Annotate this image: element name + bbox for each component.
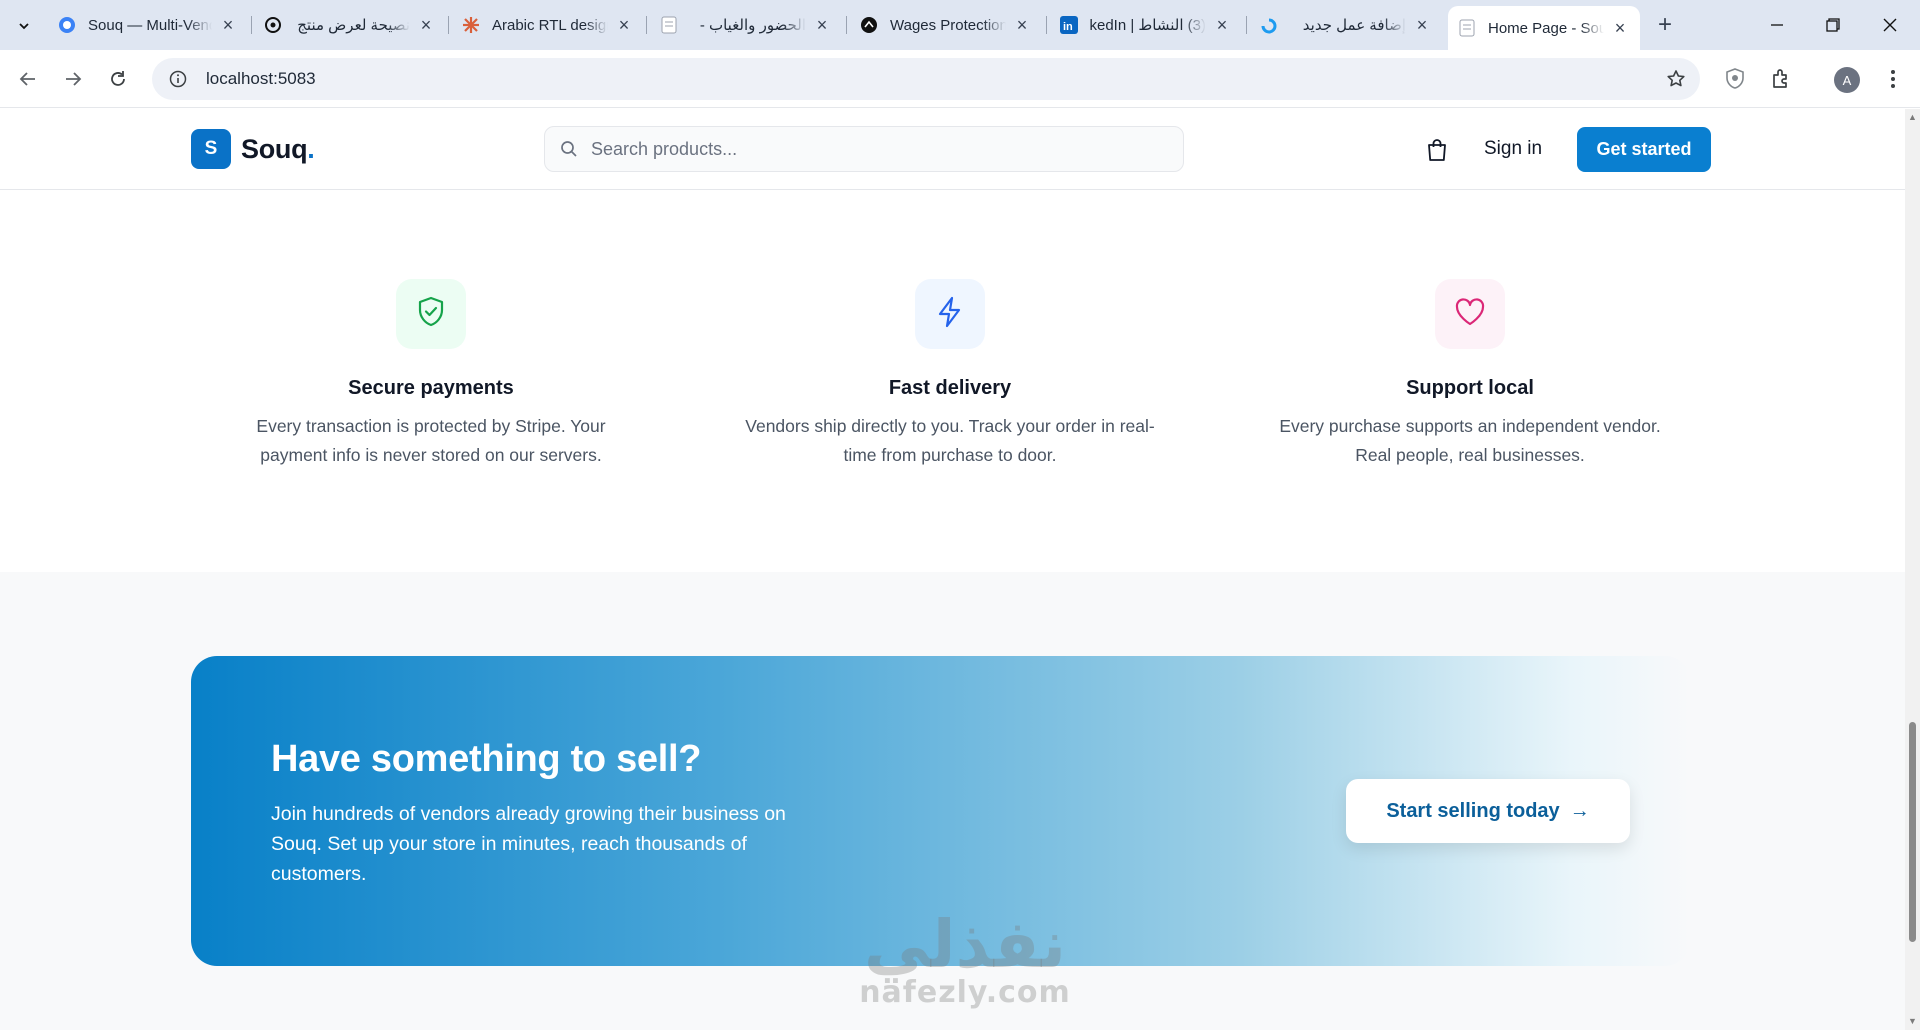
shield-extension-icon[interactable] <box>1721 65 1749 93</box>
feature-title: Fast delivery <box>888 377 1012 399</box>
tab-title: نصيحة لعرض منتج <box>297 17 410 34</box>
more-menu-icon[interactable] <box>1879 65 1907 93</box>
lightning-icon <box>935 296 965 333</box>
close-window-icon[interactable] <box>1870 8 1910 42</box>
browser-tab[interactable]: إضافة عمل جديد × <box>1250 8 1442 42</box>
feature-icon-box <box>915 279 985 349</box>
arrow-right-icon: → <box>1569 799 1590 822</box>
tab-close-icon[interactable]: × <box>1610 18 1630 38</box>
tab-close-icon[interactable]: × <box>1212 15 1232 35</box>
shopping-bag-icon[interactable] <box>1423 136 1451 164</box>
page-scrollbar[interactable]: ▲ ▼ <box>1905 109 1920 1030</box>
heart-icon <box>1454 297 1486 332</box>
tab-close-icon[interactable]: × <box>1412 15 1432 35</box>
forward-arrow-icon[interactable] <box>55 61 91 97</box>
doc-icon <box>660 16 678 34</box>
feature-card: Support local Every purchase supports an… <box>1260 279 1680 470</box>
site-info-icon[interactable] <box>158 58 198 100</box>
feature-icon-box <box>396 279 466 349</box>
linkedin-icon: in <box>1060 16 1078 34</box>
tab-divider <box>1246 16 1247 34</box>
scroll-up-arrow-icon[interactable]: ▲ <box>1907 112 1918 122</box>
browser-tab-active[interactable]: Home Page - Souq × <box>1448 6 1640 50</box>
product-search[interactable] <box>544 126 1184 172</box>
tab-title: Arabic RTL design <box>492 16 608 34</box>
tab-title: (3) النشاط | LinkedIn <box>1090 17 1206 34</box>
tab-divider <box>846 16 847 34</box>
feature-title: Support local <box>1406 377 1534 399</box>
banner-text: Join hundreds of vendors already growing… <box>271 803 786 885</box>
browser-toolbar: localhost:5083 <box>0 50 1920 108</box>
tab-close-icon[interactable]: × <box>1012 15 1032 35</box>
logo-text: Souq <box>241 133 308 164</box>
tab-close-icon[interactable]: × <box>812 15 832 35</box>
browser-tabstrip: Souq — Multi-Vendor × نصيحة لعرض منتج × … <box>0 0 1920 50</box>
restore-icon[interactable] <box>1813 8 1853 42</box>
tab-divider <box>1046 16 1047 34</box>
browser-tab[interactable]: نصيحة لعرض منتج × <box>254 8 446 42</box>
tab-close-icon[interactable]: × <box>614 15 634 35</box>
search-input[interactable] <box>591 138 1151 160</box>
sign-in-link[interactable]: Sign in <box>1484 138 1542 160</box>
scrollbar-thumb[interactable] <box>1909 722 1916 942</box>
logo-mark: S <box>191 129 231 169</box>
browser-tab[interactable]: Wages Protection × <box>850 8 1042 42</box>
banner-title: Have something to sell? <box>271 738 702 780</box>
seller-banner: Have something to sell? Join hundreds of… <box>191 656 1691 966</box>
feature-description: Every purchase supports an independent v… <box>1279 416 1661 465</box>
site-header: S Souq. Sign in Get started <box>0 109 1905 190</box>
page-viewport: S Souq. Sign in Get started Secure payme… <box>0 109 1905 1030</box>
feature-title: Secure payments <box>348 377 514 399</box>
tab-title: الحضور والغياب - <box>699 17 806 34</box>
browser-tab[interactable]: الحضور والغياب - × <box>650 8 842 42</box>
start-selling-button[interactable]: Start selling today → <box>1346 779 1630 843</box>
feature-card: Secure payments Every transaction is pro… <box>221 279 641 470</box>
feature-description: Vendors ship directly to you. Track your… <box>745 416 1155 465</box>
tab-title: Souq — Multi-Vendor <box>88 16 212 34</box>
minimize-icon[interactable] <box>1757 8 1797 42</box>
reload-icon[interactable] <box>100 61 136 97</box>
new-tab-plus-icon[interactable]: + <box>1650 10 1680 40</box>
tab-close-icon[interactable]: × <box>218 15 238 35</box>
bookmark-star-icon[interactable] <box>1664 67 1688 91</box>
tab-search-chevron-icon[interactable] <box>10 12 38 40</box>
site-logo[interactable]: S Souq. <box>191 129 315 169</box>
tab-divider <box>646 16 647 34</box>
tab-divider <box>251 16 252 34</box>
profile-avatar[interactable]: A <box>1834 67 1860 93</box>
start-selling-label: Start selling today <box>1386 799 1560 822</box>
address-bar[interactable]: localhost:5083 <box>152 58 1700 100</box>
tab-title: إضافة عمل جديد <box>1302 17 1406 34</box>
logo-dot: . <box>307 133 315 164</box>
openai-icon <box>264 16 282 34</box>
claude-star-icon <box>462 16 480 34</box>
feature-description: Every transaction is protected by Stripe… <box>256 416 606 465</box>
scroll-down-arrow-icon[interactable]: ▼ <box>1907 1016 1918 1026</box>
feature-card: Fast delivery Vendors ship directly to y… <box>740 279 1160 470</box>
tab-title: Home Page - Souq <box>1488 19 1604 37</box>
back-arrow-icon[interactable] <box>10 61 46 97</box>
svg-text:in: in <box>1063 21 1073 33</box>
shield-check-icon <box>416 296 446 333</box>
souq-circle-icon <box>58 16 76 34</box>
tab-divider <box>448 16 449 34</box>
browser-tab[interactable]: Arabic RTL design × <box>452 8 644 42</box>
browser-tab[interactable]: Souq — Multi-Vendor × <box>48 8 248 42</box>
doc-icon <box>1458 19 1476 37</box>
feature-icon-box <box>1435 279 1505 349</box>
tab-title: Wages Protection <box>890 16 1006 34</box>
get-started-button[interactable]: Get started <box>1577 127 1711 172</box>
extensions-puzzle-icon[interactable] <box>1767 65 1795 93</box>
search-icon <box>559 139 579 159</box>
url-text[interactable]: localhost:5083 <box>206 69 316 89</box>
tab-close-icon[interactable]: × <box>416 15 436 35</box>
logo-black-icon <box>860 16 878 34</box>
browser-tab[interactable]: in (3) النشاط | LinkedIn × <box>1050 8 1242 42</box>
nafezly-icon <box>1260 16 1278 34</box>
